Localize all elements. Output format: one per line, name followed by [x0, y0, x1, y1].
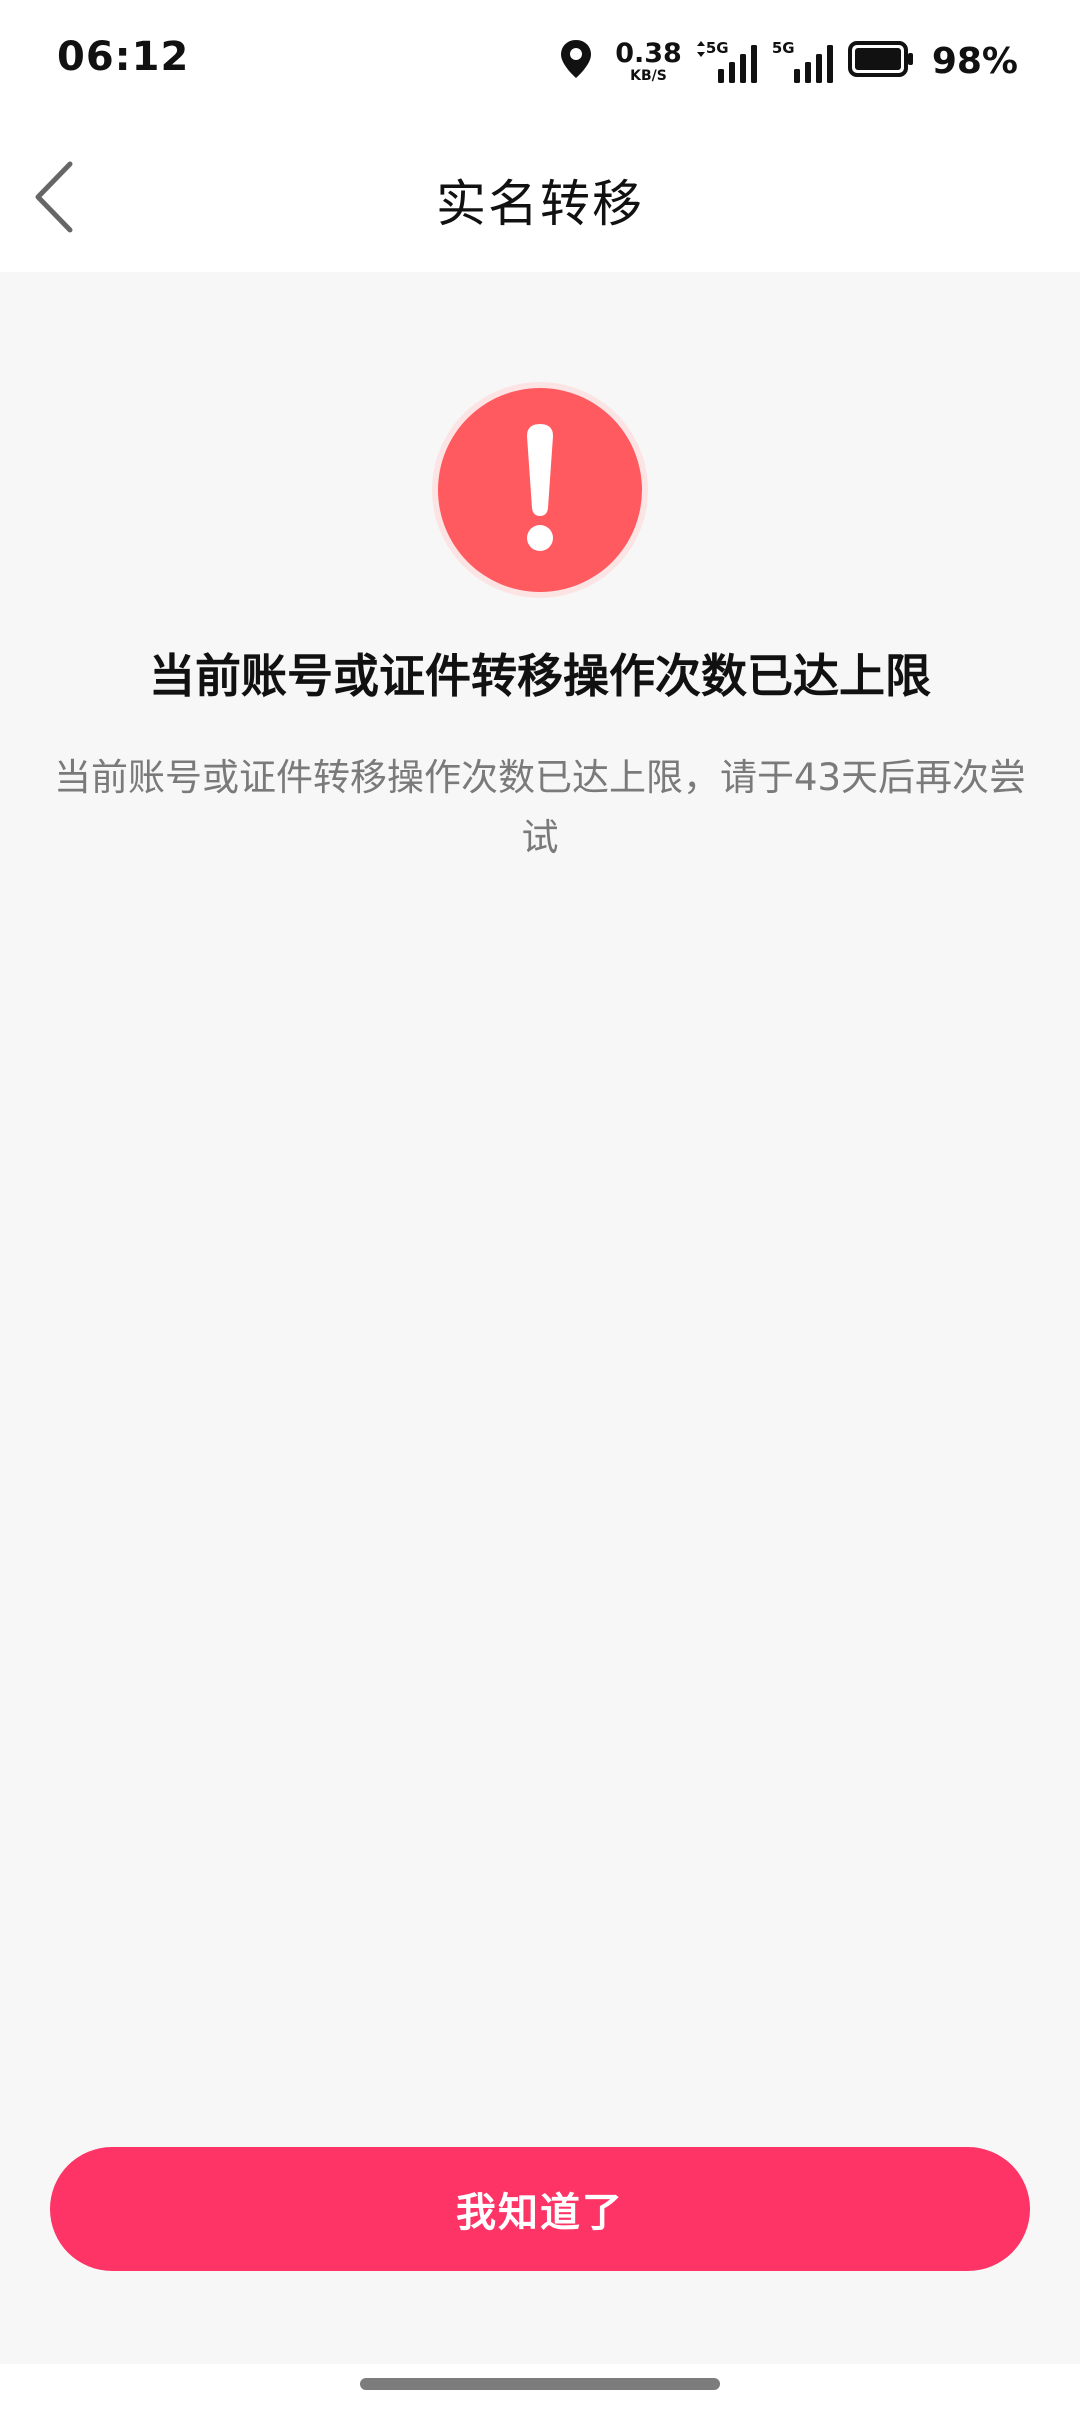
page-title: 实名转移: [436, 175, 644, 233]
battery-percentage: 98%: [931, 40, 1018, 82]
acknowledge-button[interactable]: 我知道了: [50, 2147, 1030, 2271]
status-bar: 06:12 0.38 KB/S 5G 5G 98%: [0, 0, 1080, 120]
signal-sim1: 5G: [696, 39, 758, 83]
home-indicator[interactable]: [360, 2378, 720, 2390]
network-speed: 0.38 KB/S: [615, 40, 682, 83]
exclamation-circle-icon: [430, 380, 650, 600]
sim2-network-label: 5G: [771, 39, 795, 57]
data-arrows-icon: [696, 41, 705, 57]
network-speed-unit: KB/S: [630, 67, 667, 84]
signal-sim2: 5G: [772, 39, 834, 83]
battery-icon: [847, 41, 914, 81]
status-icons: 0.38 KB/S 5G 5G 98%: [559, 34, 1018, 88]
error-description: 当前账号或证件转移操作次数已达上限，请于43天后再次尝试: [53, 756, 1027, 859]
gesture-area: [0, 2364, 1080, 2412]
signal-bars-icon: [717, 45, 757, 83]
error-headline: 当前账号或证件转移操作次数已达上限: [149, 649, 931, 703]
status-time: 06:12: [57, 34, 190, 80]
signal-bars-icon: [793, 45, 833, 83]
location-pin-icon: [559, 38, 593, 84]
network-speed-value: 0.38: [615, 37, 682, 69]
navigation-bar: 实名转移: [0, 120, 1080, 272]
